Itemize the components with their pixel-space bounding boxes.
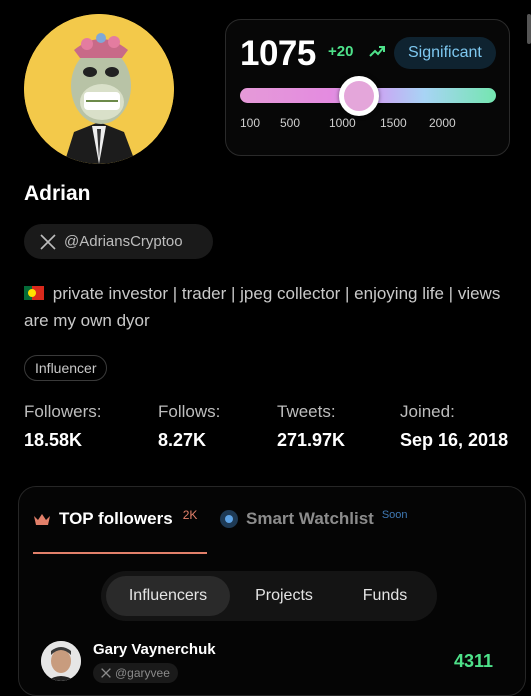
score-card: 1075 +20 Significant 100 500 1000 1500 2… xyxy=(225,19,510,156)
x-logo-icon xyxy=(40,233,56,250)
joined-label: Joined: xyxy=(400,402,455,421)
follower-score: 4311 xyxy=(453,651,493,671)
avatar[interactable] xyxy=(41,641,81,681)
portugal-flag-icon xyxy=(24,286,44,300)
followers-label: Followers: xyxy=(24,402,102,421)
profile-avatar xyxy=(24,14,174,164)
score-slider-knob xyxy=(338,76,379,116)
tick-label: 500 xyxy=(280,116,301,130)
twitter-handle-link[interactable]: @AdriansCryptoo xyxy=(24,224,213,259)
significance-badge: Significant xyxy=(394,37,496,69)
follows-label: Follows: xyxy=(158,402,221,421)
follower-handle[interactable]: @garyvee xyxy=(93,663,178,683)
x-logo-icon xyxy=(101,668,111,678)
segment-influencers[interactable]: Influencers xyxy=(106,576,230,616)
handle-text: @AdriansCryptoo xyxy=(64,233,183,250)
segment-projects[interactable]: Projects xyxy=(236,576,332,616)
profile-name: Adrian xyxy=(24,182,91,205)
crown-icon xyxy=(34,514,50,525)
follower-name[interactable]: Gary Vaynerchuk xyxy=(93,641,216,658)
tweets-label: Tweets: xyxy=(277,402,336,421)
tab-smart-watchlist-label: Smart Watchlist xyxy=(246,509,374,528)
segment-funds[interactable]: Funds xyxy=(339,576,431,616)
tick-label: 2000 xyxy=(429,116,456,130)
tick-label: 1000 xyxy=(329,116,356,130)
follower-handle-text: @garyvee xyxy=(115,666,170,680)
tick-label: 1500 xyxy=(380,116,407,130)
tab-top-followers-count: 2K xyxy=(182,508,198,522)
score-delta: +20 xyxy=(328,43,354,60)
active-tab-indicator xyxy=(33,552,207,554)
scrollbar[interactable] xyxy=(527,14,531,44)
trend-up-icon xyxy=(369,46,385,57)
joined-value: Sep 16, 2018 xyxy=(400,430,509,450)
tab-smart-watchlist[interactable]: Smart Watchlist Soon xyxy=(220,509,408,529)
tab-top-followers-label: TOP followers xyxy=(59,509,173,528)
follows-value: 8.27K xyxy=(158,430,207,450)
tick-label: 100 xyxy=(240,116,261,130)
category-tag: Influencer xyxy=(24,355,108,381)
soon-badge: Soon xyxy=(381,509,408,521)
target-icon xyxy=(220,510,238,528)
bio-text: private investor | trader | jpeg collect… xyxy=(24,284,501,330)
score-value: 1075 xyxy=(240,34,316,73)
followers-panel: TOP followers 2K Smart Watchlist Soon In… xyxy=(18,486,526,696)
profile-bio: private investor | trader | jpeg collect… xyxy=(24,280,504,334)
tab-top-followers[interactable]: TOP followers 2K xyxy=(33,508,198,529)
segment-control: Influencers Projects Funds xyxy=(101,571,437,621)
tweets-value: 271.97K xyxy=(277,430,346,450)
followers-value: 18.58K xyxy=(24,430,83,450)
